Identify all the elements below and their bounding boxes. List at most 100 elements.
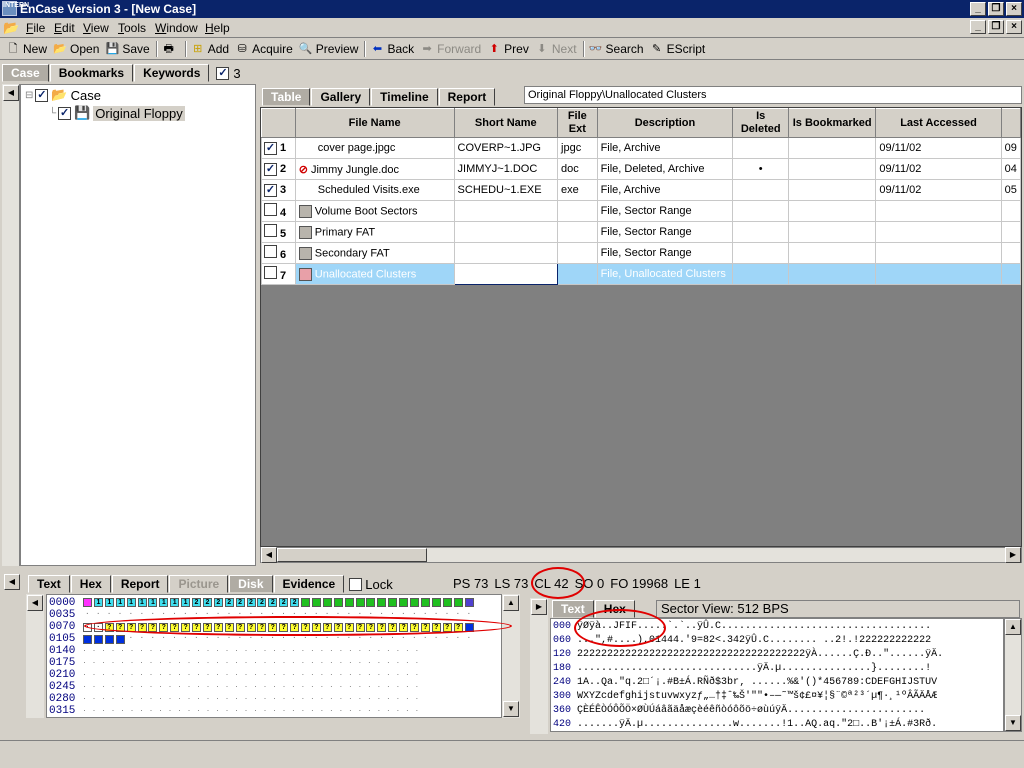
tab-picture[interactable]: Picture [169, 575, 229, 593]
fat-cluster[interactable]: 1 [170, 598, 180, 607]
empty-cluster[interactable]: · [345, 635, 354, 644]
cell-last-accessed[interactable] [875, 242, 1002, 264]
acquire-button[interactable]: ⛁ Acquire [233, 39, 297, 59]
cell-short-name[interactable] [453, 242, 559, 264]
cell-last-accessed[interactable]: 09/11/02 [875, 179, 1002, 201]
cell-file-name[interactable]: ⊘ Jimmy Jungle.doc [294, 158, 455, 180]
empty-cluster[interactable]: · [116, 611, 125, 620]
cell-file-ext[interactable]: jpgc [557, 137, 598, 159]
menu-file[interactable]: File [26, 21, 45, 35]
cell-extra[interactable] [1000, 200, 1021, 222]
cell-file-name[interactable]: Primary FAT [294, 221, 455, 243]
cell-extra[interactable]: 05 [1000, 179, 1021, 201]
cell-file-name[interactable]: Volume Boot Sectors [294, 200, 455, 222]
add-button[interactable]: ⊞ Add [189, 39, 233, 59]
cell-description[interactable]: File, Sector Range [596, 221, 734, 243]
cell-extra[interactable] [1000, 263, 1021, 285]
fat-cluster[interactable]: 2 [235, 598, 245, 607]
empty-cluster[interactable]: · [225, 635, 234, 644]
empty-cluster[interactable]: · [170, 635, 179, 644]
cell-short-name[interactable]: JIMMYJ~1.DOC [453, 158, 559, 180]
table-row[interactable]: ✓ 1 cover page.jpgc COVERP~1.JPG jpgc File, A… [261, 137, 1021, 159]
empty-cluster[interactable]: · [301, 635, 310, 644]
table-horizontal-scrollbar[interactable]: ◀ ▶ [260, 547, 1022, 563]
row-number[interactable]: ✓ 2 [261, 158, 296, 180]
directory-cluster[interactable] [410, 598, 419, 607]
row-checkbox[interactable] [264, 266, 277, 279]
cell-extra[interactable] [1000, 221, 1021, 243]
cell-short-name[interactable]: COVERP~1.JPG [453, 137, 559, 159]
empty-cluster[interactable]: · [454, 635, 463, 644]
empty-cluster[interactable]: · [323, 635, 332, 644]
tree-item-case[interactable]: ⊟ ✓ 📂 Case [25, 87, 101, 103]
empty-cluster[interactable]: · [334, 635, 343, 644]
directory-cluster[interactable] [366, 598, 376, 607]
tab-gallery[interactable]: Gallery [311, 88, 371, 106]
row-checkbox[interactable] [264, 224, 277, 237]
directory-cluster[interactable] [333, 598, 343, 607]
cell-file-name[interactable]: Unallocated Clusters [294, 263, 455, 285]
empty-cluster[interactable]: · [432, 635, 441, 644]
scroll-down-button[interactable]: ▼ [503, 701, 519, 717]
table-row[interactable]: 6 Secondary FAT File, Sector Range [261, 242, 1021, 264]
table-row[interactable]: ✓ 2 ⊘ Jimmy Jungle.doc JIMMYJ~1.DOC doc File, … [261, 158, 1021, 180]
cell-is-bookmarked[interactable] [787, 242, 877, 264]
directory-cluster[interactable] [453, 598, 463, 607]
cell-short-name[interactable] [453, 263, 559, 285]
cell-description[interactable]: File, Archive [596, 137, 734, 159]
tab-evidence[interactable]: Evidence [273, 575, 345, 593]
column-short-name[interactable]: Short Name [453, 108, 559, 138]
cell-last-accessed[interactable] [875, 263, 1002, 285]
empty-cluster[interactable]: · [377, 635, 386, 644]
text-line[interactable]: 360 ÇÈÉÊÒÓÔÕÖ×ØÙÚáâãäåæçèéêñòóôõö÷øùúÿÄ.… [553, 705, 925, 716]
cell-description[interactable]: File, Unallocated Clusters [596, 263, 734, 285]
cell-file-ext[interactable] [557, 221, 598, 243]
cell-file-name[interactable]: cover page.jpgc [294, 137, 455, 159]
boot-sector-cluster[interactable] [83, 598, 92, 607]
cell-file-ext[interactable] [557, 200, 598, 222]
cell-is-bookmarked[interactable] [787, 158, 877, 180]
menu-tools[interactable]: Tools [118, 21, 146, 35]
row-checkbox[interactable]: ✓ [264, 141, 277, 155]
cell-extra[interactable]: 04 [1000, 158, 1021, 180]
directory-cluster[interactable] [377, 598, 387, 607]
empty-cluster[interactable]: · [388, 635, 397, 644]
empty-cluster[interactable]: · [268, 635, 277, 644]
cell-is-bookmarked[interactable] [787, 263, 877, 285]
cell-last-accessed[interactable]: 09/11/02 [875, 158, 1002, 180]
empty-cluster[interactable]: · [410, 635, 419, 644]
text-line[interactable]: 300 WXYZcdefghijstuvwxyzƒ„…†‡ˆ‰Š'""•–—˜™… [553, 691, 937, 702]
row-checkbox[interactable]: ✓ [264, 183, 277, 197]
directory-cluster[interactable] [322, 598, 332, 607]
close-button[interactable]: × [1006, 2, 1022, 16]
bottom-scroll-left[interactable]: ◀ [4, 574, 20, 590]
disk-vertical-scrollbar[interactable]: ▲ ▼ [502, 594, 520, 718]
fat-cluster[interactable]: 1 [148, 598, 158, 607]
fat-cluster[interactable]: 1 [115, 598, 125, 607]
cell-is-deleted[interactable] [732, 137, 789, 159]
tree-item-original-floppy[interactable]: └ ✓ 💾 Original Floppy [49, 105, 185, 121]
empty-cluster[interactable]: · [236, 635, 245, 644]
cell-last-accessed[interactable]: 09/11/02 [875, 137, 1002, 159]
empty-cluster[interactable]: · [192, 635, 201, 644]
text-line[interactable]: 240 1A..Qa."q.2□´¡.#B±Á.RÑð$3br‚ ......%… [553, 677, 937, 688]
scroll-right-button[interactable]: ▶ [1005, 547, 1021, 563]
empty-cluster[interactable]: · [366, 635, 375, 644]
table-row[interactable]: 7 Unallocated Clusters File, Unallocated C… [261, 263, 1021, 285]
table-row[interactable]: 5 Primary FAT File, Sector Range [261, 221, 1021, 243]
escript-button[interactable]: ✎ EScript [648, 39, 710, 59]
empty-cluster[interactable]: · [421, 635, 430, 644]
cell-last-accessed[interactable] [875, 200, 1002, 222]
directory-cluster[interactable] [431, 598, 441, 607]
text-line[interactable]: 180 ..............................ÿÄ.µ..… [553, 663, 931, 674]
cell-is-bookmarked[interactable] [787, 221, 877, 243]
empty-cluster[interactable]: · [290, 635, 299, 644]
doc-close-button[interactable]: × [1006, 20, 1022, 34]
tab-bookmarks[interactable]: Bookmarks [49, 64, 134, 82]
search-button[interactable]: 👓 Search [587, 39, 648, 59]
column-extra[interactable] [1000, 108, 1021, 138]
empty-cluster[interactable]: · [399, 635, 408, 644]
fat-cluster[interactable]: 2 [279, 598, 289, 607]
new-button[interactable]: 🗋 New [4, 39, 51, 59]
empty-cluster[interactable]: · [356, 635, 365, 644]
